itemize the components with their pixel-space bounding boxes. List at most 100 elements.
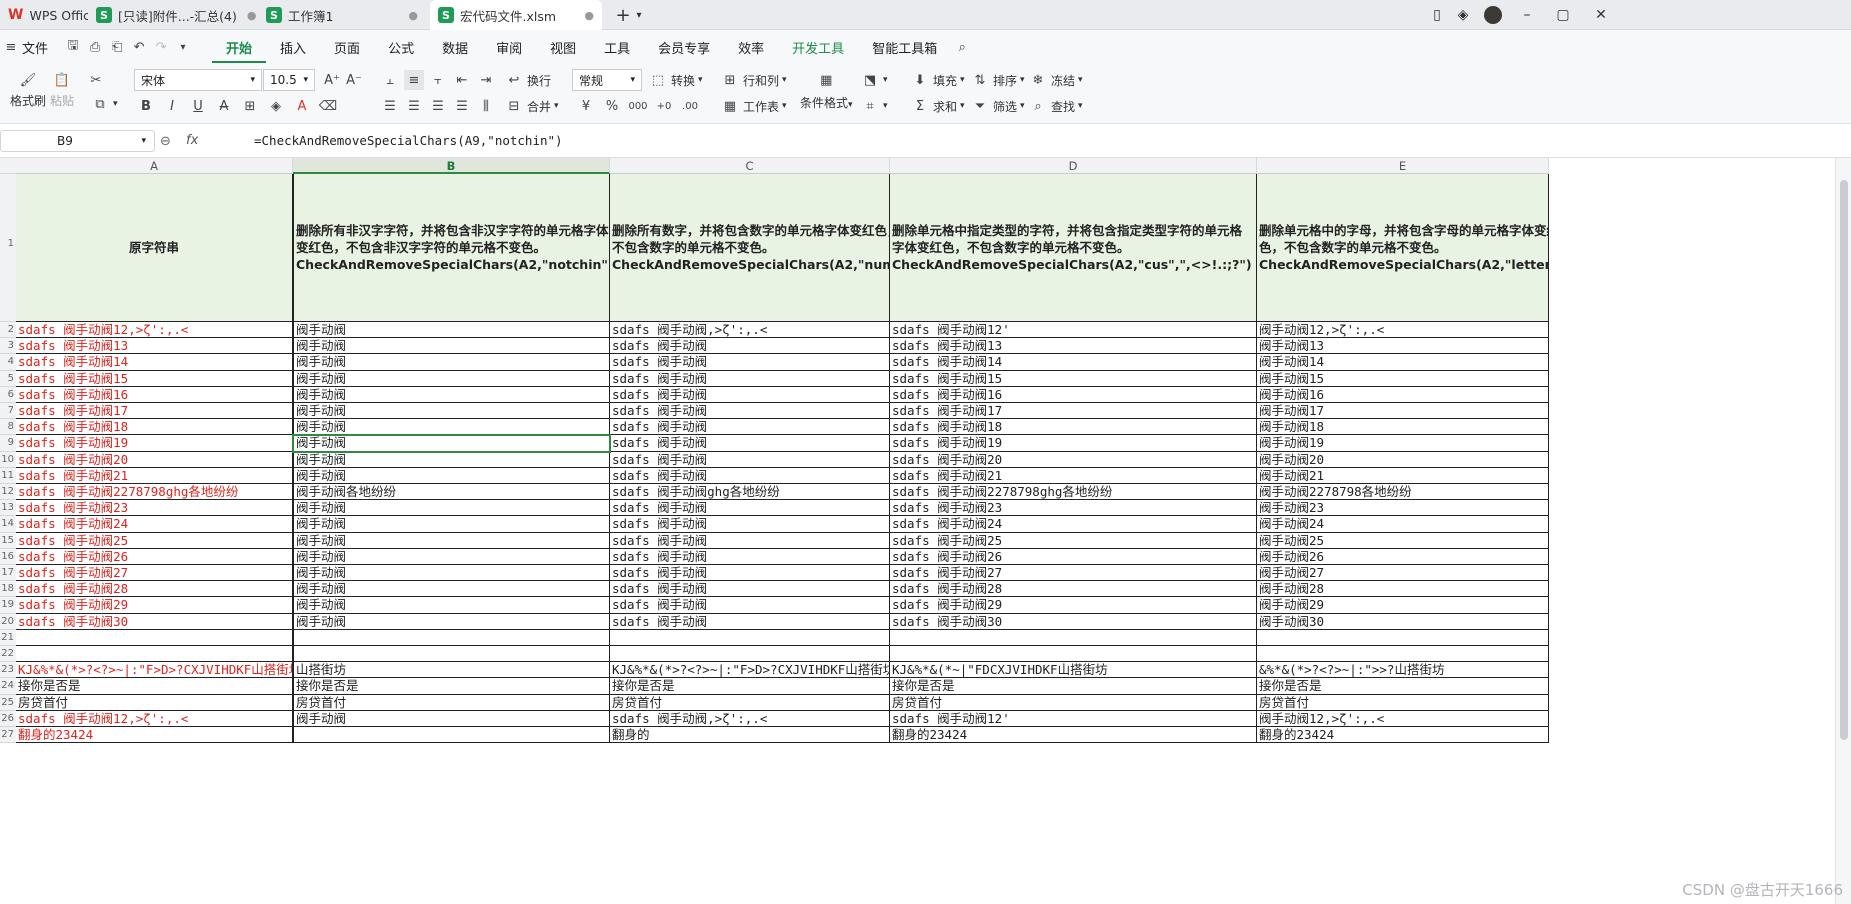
table-cell-b[interactable] [293,727,610,744]
table-cell-d[interactable]: sdafs 阀手动阀23 [890,500,1257,517]
italic-button[interactable]: I [162,96,182,116]
table-cell-b[interactable]: 山搭街坊 [293,662,610,679]
bold-button[interactable]: B [136,96,156,116]
table-cell-e[interactable]: 房贷首付 [1257,694,1549,711]
table-cell-a[interactable]: 翻身的23424 [16,727,293,744]
table-cell-a[interactable]: sdafs 阀手动阀27 [16,565,293,582]
row-header[interactable]: 19 [0,597,16,614]
header-cell-d[interactable]: 删除单元格中指定类型的字符，并将包含指定类型字符的单元格字体变红色，不包含数字的… [890,174,1257,322]
table-cell-c[interactable]: 翻身的 [610,727,890,744]
menu-home[interactable]: 开始 [212,32,267,63]
paste-button[interactable]: 📋 粘贴 [50,70,74,109]
new-tab-plus-icon[interactable]: + [612,0,634,30]
table-cell-b[interactable]: 阀手动阀 [293,597,610,614]
header-cell-a[interactable]: 原字符串 [16,174,293,322]
strikethrough-button[interactable]: A [214,96,234,116]
table-cell-b[interactable]: 阀手动阀 [293,386,610,403]
row-header-1[interactable]: 1 [0,174,16,322]
align-bottom-icon[interactable]: ⫟ [428,70,448,90]
menu-page[interactable]: 页面 [320,38,374,57]
row-header[interactable]: 9 [0,435,16,452]
close-window-icon[interactable]: ✕ [1590,0,1612,30]
table-cell-b[interactable]: 阀手动阀 [293,532,610,549]
table-cell-a[interactable] [16,629,293,646]
table-cell-a[interactable]: sdafs 阀手动阀2278798ghg各地纷纷 [16,484,293,501]
undo-icon[interactable]: ↶ [128,40,150,55]
table-cell-c[interactable]: sdafs 阀手动阀 [610,565,890,582]
table-cell-e[interactable]: 阀手动阀26 [1257,548,1549,565]
table-cell-d[interactable] [890,646,1257,663]
table-cell-c[interactable]: 房贷首付 [610,694,890,711]
vertical-scrollbar[interactable] [1835,158,1851,904]
tab-wps-office[interactable]: W WPS Office [0,0,88,30]
table-cell-e[interactable]: 阀手动阀28 [1257,581,1549,598]
table-cell-e[interactable]: 阀手动阀15 [1257,370,1549,387]
menu-insert[interactable]: 插入 [266,38,320,57]
print-preview-icon[interactable]: ⎙ [84,40,106,55]
table-cell-d[interactable]: sdafs 阀手动阀14 [890,354,1257,371]
table-cell-c[interactable]: sdafs 阀手动阀ghg各地纷纷 [610,484,890,501]
row-header[interactable]: 15 [0,532,16,549]
menu-review[interactable]: 审阅 [482,38,536,57]
table-cell-d[interactable]: sdafs 阀手动阀17 [890,403,1257,420]
align-left-icon[interactable]: ☰ [380,96,400,116]
menu-file[interactable]: 文件 [22,38,62,57]
table-cell-b[interactable]: 阀手动阀 [293,613,610,630]
table-cell-d[interactable]: sdafs 阀手动阀19 [890,435,1257,452]
table-cell-d[interactable]: sdafs 阀手动阀18 [890,419,1257,436]
table-cell-b[interactable]: 阀手动阀 [293,322,610,339]
menu-smart-toolbox[interactable]: 智能工具箱 [858,38,951,57]
wrap-text-button[interactable]: ↩ 换行 [504,70,551,90]
table-cell-a[interactable]: sdafs 阀手动阀13 [16,338,293,355]
table-cell-c[interactable]: sdafs 阀手动阀 [610,467,890,484]
border-icon[interactable]: ⊞ [240,96,260,116]
menu-member[interactable]: 会员专享 [644,38,724,57]
table-cell-c[interactable]: KJ&%*&(*>?<?>~|:"F>D>?CXJVIHDKF山搭街坊 [610,662,890,679]
table-cell-b[interactable]: 阀手动阀各地纷纷 [293,484,610,501]
thousands-button[interactable]: 000 [628,96,648,116]
table-cell-a[interactable]: sdafs 阀手动阀18 [16,419,293,436]
table-cell-e[interactable]: 阀手动阀19 [1257,435,1549,452]
tab-workbook1[interactable]: S 工作簿1 ● [258,0,426,30]
table-cell-d[interactable]: sdafs 阀手动阀15 [890,370,1257,387]
table-cell-c[interactable]: sdafs 阀手动阀 [610,419,890,436]
table-cell-c[interactable]: sdafs 阀手动阀 [610,403,890,420]
table-cell-e[interactable]: 阀手动阀23 [1257,500,1549,517]
table-cell-e[interactable]: 阀手动阀14 [1257,354,1549,371]
table-cell-a[interactable]: sdafs 阀手动阀23 [16,500,293,517]
table-cell-c[interactable]: sdafs 阀手动阀 [610,613,890,630]
row-header[interactable]: 26 [0,710,16,727]
table-cell-c[interactable]: sdafs 阀手动阀 [610,386,890,403]
table-cell-e[interactable]: 阀手动阀18 [1257,419,1549,436]
table-cell-b[interactable]: 阀手动阀 [293,565,610,582]
table-cell-a[interactable]: sdafs 阀手动阀15 [16,370,293,387]
sum-button[interactable]: Σ 求和 ▾ [910,96,965,116]
table-cell-d[interactable]: 翻身的23424 [890,727,1257,744]
table-cell-b[interactable]: 阀手动阀 [293,403,610,420]
table-cell-b[interactable]: 阀手动阀 [293,581,610,598]
table-cell-c[interactable]: sdafs 阀手动阀,>ζ':,.< [610,322,890,339]
column-header-b[interactable]: B [293,158,610,174]
table-cell-b[interactable]: 阀手动阀 [293,467,610,484]
minimize-icon[interactable]: – [1516,0,1538,30]
convert-button[interactable]: ⬚ 转换 ▾ [648,70,703,90]
eraser-icon[interactable]: ⌫ [318,96,338,116]
row-header[interactable]: 14 [0,516,16,533]
table-cell-c[interactable]: sdafs 阀手动阀 [610,338,890,355]
header-cell-c[interactable]: 删除所有数字，并将包含数字的单元格字体变红色，不包含数字的单元格不变色。Chec… [610,174,890,322]
close-icon[interactable]: ● [408,9,418,22]
table-cell-e[interactable]: 阀手动阀12,>ζ':,.< [1257,322,1549,339]
table-cell-b[interactable]: 阀手动阀 [293,516,610,533]
table-cell-e[interactable]: 阀手动阀2278798各地纷纷 [1257,484,1549,501]
menu-formula[interactable]: 公式 [374,38,428,57]
column-header-c[interactable]: C [610,158,890,174]
cell-style-button[interactable]: ⬔ ▾ [860,70,888,90]
table-cell-e[interactable]: 阀手动阀13 [1257,338,1549,355]
table-cell-a[interactable]: sdafs 阀手动阀19 [16,435,293,452]
redo-icon[interactable]: ↷ [150,40,172,55]
table-cell-c[interactable]: sdafs 阀手动阀,>ζ':,.< [610,710,890,727]
table-cell-d[interactable]: 房贷首付 [890,694,1257,711]
table-cell-a[interactable]: sdafs 阀手动阀21 [16,467,293,484]
rows-cols-button[interactable]: ⊞ 行和列 ▾ [720,70,787,90]
decrease-decimal-button[interactable]: .00 [680,96,700,116]
